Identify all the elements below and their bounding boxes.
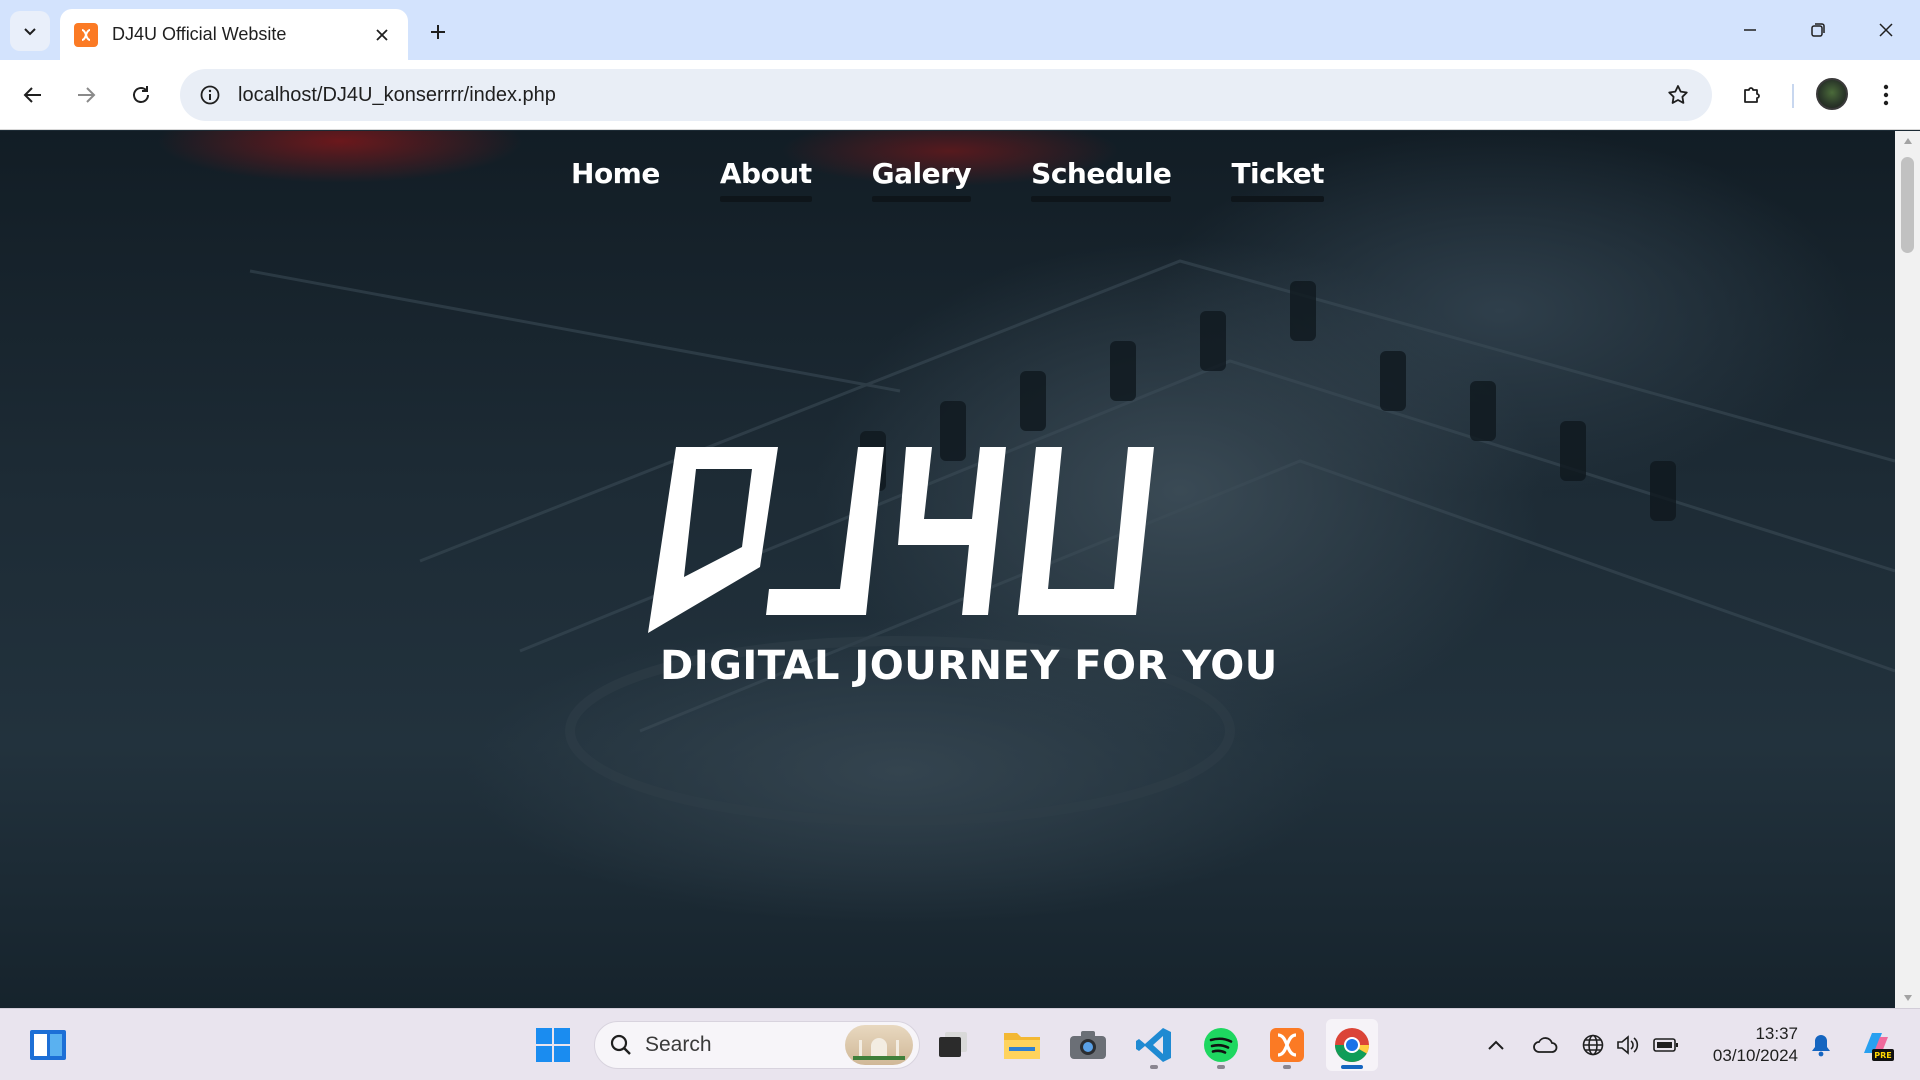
network-globe-icon[interactable] bbox=[1578, 1023, 1608, 1067]
xampp-button[interactable] bbox=[1261, 1019, 1313, 1071]
forward-button[interactable] bbox=[64, 73, 108, 117]
xampp-icon bbox=[1270, 1028, 1304, 1062]
copilot-badge-text: PRE bbox=[1874, 1051, 1892, 1060]
task-view-button[interactable] bbox=[927, 1019, 979, 1071]
tab-strip: DJ4U Official Website bbox=[0, 0, 1920, 60]
new-tab-button[interactable] bbox=[420, 14, 456, 50]
page-scrollbar[interactable] bbox=[1895, 131, 1920, 1008]
windows-taskbar: Search 13:37 03/10/2024 PRE bbox=[0, 1008, 1920, 1080]
arrow-left-icon bbox=[23, 87, 41, 103]
chrome-menu-button[interactable] bbox=[1864, 73, 1908, 117]
site-navigation: Home About Galery Schedule Ticket bbox=[0, 157, 1895, 202]
nav-link-home[interactable]: Home bbox=[571, 157, 660, 202]
xampp-favicon-icon bbox=[74, 22, 98, 47]
notifications-bell-icon[interactable] bbox=[1806, 1023, 1836, 1067]
site-info-icon[interactable] bbox=[184, 69, 236, 121]
search-icon bbox=[610, 1034, 631, 1055]
url-text[interactable]: localhost/DJ4U_konserrrr/index.php bbox=[238, 84, 1652, 107]
minimize-button[interactable] bbox=[1716, 0, 1784, 60]
file-explorer-button[interactable] bbox=[996, 1019, 1048, 1071]
spotify-button[interactable] bbox=[1195, 1019, 1247, 1071]
toolbar-divider bbox=[1792, 84, 1794, 108]
scrollbar-thumb[interactable] bbox=[1901, 157, 1914, 253]
chevron-up-icon bbox=[1488, 1040, 1504, 1050]
reload-button[interactable] bbox=[119, 73, 163, 117]
task-view-icon bbox=[939, 1032, 967, 1057]
windows-logo-icon bbox=[536, 1028, 570, 1062]
start-button[interactable] bbox=[527, 1019, 579, 1071]
spotify-icon bbox=[1204, 1028, 1238, 1062]
nav-link-ticket[interactable]: Ticket bbox=[1231, 157, 1324, 202]
minimize-icon bbox=[1744, 29, 1756, 31]
browser-tab-active[interactable]: DJ4U Official Website bbox=[60, 9, 408, 60]
clock-time: 13:37 bbox=[1755, 1024, 1798, 1043]
camera-app-button[interactable] bbox=[1062, 1019, 1114, 1071]
volume-icon[interactable] bbox=[1612, 1023, 1642, 1067]
tab-search-button[interactable] bbox=[10, 11, 50, 51]
show-hidden-icons-button[interactable] bbox=[1484, 1023, 1508, 1067]
running-indicator bbox=[1150, 1065, 1158, 1069]
dj4u-logo-wordmark bbox=[648, 447, 1154, 633]
nav-link-about[interactable]: About bbox=[719, 157, 812, 202]
chrome-button[interactable] bbox=[1326, 1019, 1378, 1071]
vscode-icon bbox=[1136, 1028, 1171, 1062]
bookmark-star-icon[interactable] bbox=[1652, 69, 1704, 121]
restore-icon bbox=[1811, 23, 1825, 37]
taskbar-search-placeholder: Search bbox=[645, 1033, 712, 1056]
address-bar[interactable]: localhost/DJ4U_konserrrr/index.php bbox=[180, 69, 1712, 121]
scroll-up-arrow-icon[interactable] bbox=[1895, 131, 1920, 151]
reload-icon bbox=[133, 86, 149, 103]
active-app-indicator bbox=[1341, 1065, 1363, 1069]
running-indicator bbox=[1283, 1065, 1291, 1069]
vscode-button[interactable] bbox=[1128, 1019, 1180, 1071]
widgets-button[interactable] bbox=[22, 1019, 74, 1071]
restore-button[interactable] bbox=[1784, 0, 1852, 60]
back-button[interactable] bbox=[11, 73, 55, 117]
profile-avatar[interactable] bbox=[1816, 78, 1848, 110]
taskbar-search-box[interactable]: Search bbox=[594, 1021, 920, 1069]
hero-tagline: DIGITAL JOURNEY FOR YOU bbox=[660, 643, 1278, 689]
arrow-right-icon bbox=[78, 87, 96, 103]
tab-title: DJ4U Official Website bbox=[112, 24, 287, 44]
widgets-icon bbox=[30, 1030, 66, 1060]
copilot-icon: PRE bbox=[1864, 1033, 1894, 1061]
hero-logo: DIGITAL JOURNEY FOR YOU bbox=[648, 447, 1277, 689]
clock-date: 03/10/2024 bbox=[1712, 1046, 1798, 1065]
onedrive-tray-icon[interactable] bbox=[1530, 1023, 1562, 1067]
more-vertical-icon bbox=[1883, 84, 1889, 106]
plus-icon bbox=[431, 25, 445, 39]
puzzle-icon bbox=[1744, 87, 1760, 103]
nav-link-schedule[interactable]: Schedule bbox=[1031, 157, 1172, 202]
scroll-down-arrow-icon[interactable] bbox=[1895, 988, 1920, 1008]
search-highlight-taj-mahal-icon bbox=[845, 1025, 913, 1065]
camera-icon bbox=[1070, 1031, 1106, 1059]
folder-icon bbox=[1004, 1033, 1040, 1059]
chrome-icon bbox=[1335, 1028, 1369, 1062]
chevron-down-icon bbox=[24, 28, 36, 36]
copilot-button[interactable]: PRE bbox=[1856, 1023, 1896, 1067]
close-icon bbox=[1879, 23, 1893, 37]
nav-link-galery[interactable]: Galery bbox=[871, 157, 972, 202]
page-hero: Home About Galery Schedule Ticket DIGITA… bbox=[0, 131, 1895, 1008]
browser-toolbar: localhost/DJ4U_konserrrr/index.php bbox=[0, 60, 1920, 130]
running-indicator bbox=[1217, 1065, 1225, 1069]
battery-icon[interactable] bbox=[1650, 1023, 1682, 1067]
window-controls bbox=[1716, 0, 1920, 60]
extensions-button[interactable] bbox=[1730, 73, 1774, 117]
system-clock[interactable]: 13:37 03/10/2024 bbox=[1698, 1023, 1798, 1067]
tab-close-icon[interactable] bbox=[370, 23, 394, 47]
close-window-button[interactable] bbox=[1852, 0, 1920, 60]
